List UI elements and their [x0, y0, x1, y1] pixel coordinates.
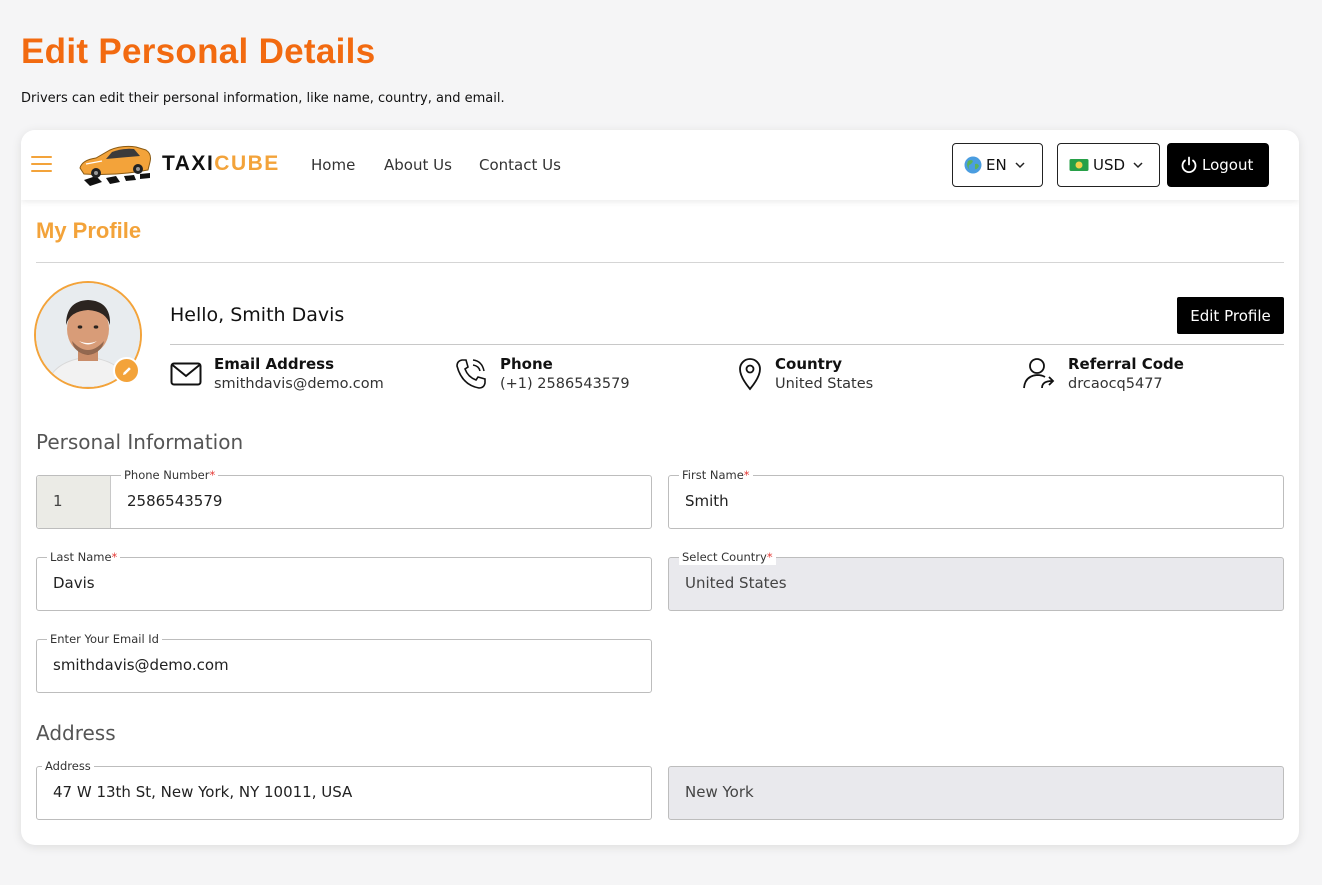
info-country-label: Country [775, 355, 843, 373]
brand-taxi: TAXI [162, 152, 215, 175]
info-phone: Phone (+1) 2586543579 [454, 354, 630, 394]
currency-selector[interactable]: USD [1057, 143, 1160, 187]
email-label: Enter Your Email Id [47, 631, 162, 647]
phone-number-label: Phone Number* [121, 467, 219, 483]
edit-avatar-button[interactable] [113, 357, 140, 384]
phone-country-code[interactable]: 1 [37, 476, 111, 528]
info-phone-label: Phone [500, 355, 553, 373]
navbar: TAXICUBE Home About Us Contact Us EN USD [21, 130, 1299, 200]
last-name-label: Last Name* [47, 549, 121, 565]
info-email-value: smithdavis@demo.com [214, 376, 384, 392]
address-value: 47 W 13th St, New York, NY 10011, USA [53, 783, 353, 801]
page-title: Edit Personal Details [21, 32, 376, 71]
address-field[interactable]: Address 47 W 13th St, New York, NY 10011… [36, 758, 652, 820]
info-country-value: United States [775, 376, 874, 392]
language-value: EN [986, 156, 1007, 174]
select-country-field[interactable]: Select Country* United States [668, 549, 1284, 611]
first-name-label: First Name* [679, 467, 753, 483]
globe-icon [964, 156, 982, 174]
email-value: smithdavis@demo.com [53, 656, 229, 674]
info-email-label: Email Address [214, 355, 335, 373]
city-value: New York [685, 783, 754, 801]
phone-country-code-value: 1 [53, 492, 63, 510]
currency-value: USD [1093, 156, 1126, 174]
select-country-value: United States [685, 574, 787, 592]
info-email: Email Address smithdavis@demo.com [170, 354, 384, 394]
address-heading: Address [36, 721, 116, 745]
info-country: Country United States [737, 354, 873, 394]
info-referral: Referral Code drcaocq5477 [1022, 354, 1184, 394]
info-phone-value: (+1) 2586543579 [500, 376, 630, 392]
power-icon [1181, 156, 1197, 174]
location-pin-icon [739, 358, 761, 391]
nav-link-home[interactable]: Home [311, 156, 355, 174]
info-referral-value: drcaocq5477 [1068, 376, 1163, 392]
address-label: Address [42, 758, 94, 774]
section-divider [36, 262, 1284, 263]
first-name-field[interactable]: First Name* Smith [668, 467, 1284, 529]
nav-link-about-us[interactable]: About Us [384, 156, 452, 174]
email-field[interactable]: Enter Your Email Id smithdavis@demo.com [36, 631, 652, 693]
my-profile-heading: My Profile [36, 218, 142, 243]
logout-label: Logout [1202, 156, 1254, 174]
language-selector[interactable]: EN [952, 143, 1043, 187]
user-share-icon [1023, 358, 1055, 389]
brand-wordmark[interactable]: TAXICUBE [162, 152, 280, 176]
hamburger-menu-icon[interactable] [31, 156, 52, 172]
info-divider [170, 344, 1284, 345]
mail-icon [170, 362, 202, 386]
greeting: Hello, Smith Davis [170, 304, 345, 326]
edit-profile-button[interactable]: Edit Profile [1177, 297, 1284, 334]
first-name-value: Smith [685, 492, 729, 510]
chevron-down-icon [1133, 162, 1143, 169]
last-name-field[interactable]: Last Name* Davis [36, 549, 652, 611]
last-name-value: Davis [53, 574, 95, 592]
banknote-icon [1069, 159, 1089, 171]
pencil-icon [122, 366, 131, 375]
select-country-label: Select Country* [679, 549, 776, 565]
nav-link-contact-us[interactable]: Contact Us [479, 156, 561, 174]
app-card: TAXICUBE Home About Us Contact Us EN USD [21, 130, 1299, 845]
brand-cube: CUBE [214, 152, 280, 175]
phone-icon [456, 359, 486, 389]
personal-info-heading: Personal Information [36, 430, 244, 454]
city-field[interactable]: New York [668, 766, 1284, 820]
info-referral-label: Referral Code [1068, 355, 1184, 373]
logout-button[interactable]: Logout [1167, 143, 1269, 187]
page-subtitle: Drivers can edit their personal informat… [21, 91, 505, 106]
chevron-down-icon [1015, 162, 1025, 169]
phone-number-field[interactable]: 1 Phone Number* 2586543579 [36, 467, 652, 529]
phone-number-value: 2586543579 [127, 492, 223, 510]
